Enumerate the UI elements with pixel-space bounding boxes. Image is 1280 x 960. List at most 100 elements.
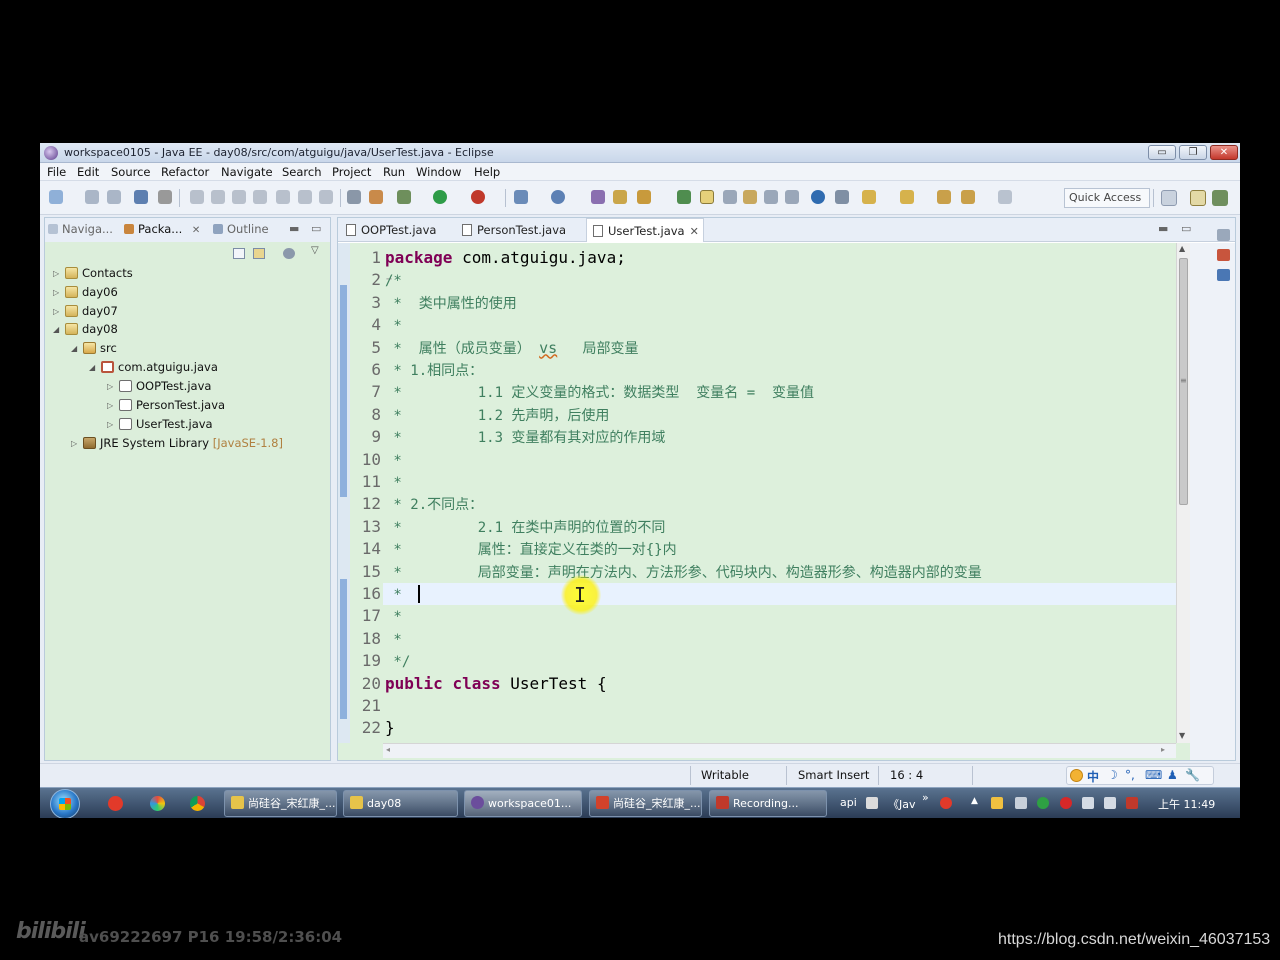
resume-icon[interactable] bbox=[190, 190, 204, 204]
menu-window[interactable]: Window bbox=[416, 165, 461, 179]
code-line[interactable]: * 属性：直接定义在类的一对{}内 bbox=[385, 538, 676, 560]
code-line[interactable]: } bbox=[385, 717, 395, 739]
code-line[interactable]: * 属性（成员变量） vs 局部变量 bbox=[385, 337, 638, 359]
ime-settings-icon[interactable]: 🔧 bbox=[1185, 768, 1200, 782]
horizontal-scrollbar[interactable]: ◂ ▸ bbox=[383, 743, 1176, 758]
ime-half-width-icon[interactable]: ☽ bbox=[1107, 768, 1118, 782]
ime-keyboard-icon[interactable]: ⌨ bbox=[1145, 768, 1162, 782]
menu-project[interactable]: Project bbox=[332, 165, 371, 179]
close-button[interactable]: ✕ bbox=[1210, 145, 1238, 160]
code-line[interactable]: * bbox=[385, 605, 401, 627]
sogou-icon[interactable] bbox=[940, 797, 952, 809]
editor-body[interactable]: 1 2−3 4 5 6 7 8 9 10 11 12 13 14 15 16 17 18 19 20−21 22 pa… bbox=[338, 243, 1235, 760]
code-line[interactable]: * 1.2 先声明，后使用 bbox=[385, 404, 609, 426]
line-number[interactable]: 15 bbox=[350, 561, 383, 583]
code-line[interactable]: * 1.3 变量都有其对应的作用域 bbox=[385, 426, 665, 448]
code-line[interactable]: * 1.相同点： bbox=[385, 359, 483, 381]
open-perspective-icon[interactable] bbox=[1161, 190, 1177, 206]
tree-item-package[interactable]: ◢ com.atguigu.java bbox=[89, 360, 218, 378]
menu-search[interactable]: Search bbox=[282, 165, 322, 179]
skip-breakpoints-icon[interactable] bbox=[158, 190, 172, 204]
network-icon[interactable] bbox=[1082, 797, 1094, 809]
menu-run[interactable]: Run bbox=[383, 165, 405, 179]
clipboard-icon[interactable] bbox=[1104, 797, 1116, 809]
save-all-icon[interactable] bbox=[107, 190, 121, 204]
insert-mode-status[interactable]: Smart Insert bbox=[798, 768, 869, 782]
collapse-arrow-icon[interactable]: ◢ bbox=[89, 363, 99, 372]
line-number[interactable]: 9 bbox=[350, 426, 383, 448]
suspend-icon[interactable] bbox=[211, 190, 225, 204]
scroll-down-icon[interactable]: ▼ bbox=[1179, 731, 1185, 740]
java-perspective-icon[interactable] bbox=[1212, 190, 1228, 206]
line-number[interactable]: 11 bbox=[350, 471, 383, 493]
use-step-filters-icon[interactable] bbox=[369, 190, 383, 204]
360-browser-icon[interactable] bbox=[150, 796, 165, 811]
run-icon[interactable] bbox=[433, 190, 447, 204]
line-number[interactable]: 10 bbox=[350, 449, 383, 471]
terminate-icon[interactable] bbox=[232, 190, 246, 204]
scroll-left-icon[interactable]: ◂ bbox=[386, 745, 390, 754]
quick-access-field[interactable]: Quick Access bbox=[1064, 188, 1150, 208]
ime-chinese-mode[interactable]: 中 bbox=[1087, 768, 1099, 785]
restore-icon[interactable] bbox=[1217, 229, 1230, 241]
link-editor-icon[interactable] bbox=[253, 248, 265, 259]
minimize-button[interactable]: ▭ bbox=[1148, 145, 1176, 160]
line-number[interactable]: 4 bbox=[350, 314, 383, 336]
tree-item-jre-library[interactable]: ▷ JRE System Library [JavaSE-1.8] bbox=[71, 436, 283, 454]
code-line[interactable]: package com.atguigu.java; bbox=[385, 247, 626, 269]
code-area[interactable]: package com.atguigu.java; /* * 类中属性的使用 * … bbox=[383, 243, 1176, 743]
block-selection-icon[interactable] bbox=[743, 190, 757, 204]
tree-item-day08[interactable]: ◢ day08 bbox=[53, 322, 118, 340]
line-number[interactable]: 3 bbox=[350, 292, 383, 314]
expand-arrow-icon[interactable]: ▷ bbox=[53, 307, 63, 316]
taskbar-item-folder-1[interactable]: 尚硅谷_宋红康_... bbox=[224, 790, 337, 817]
show-whitespace-icon[interactable] bbox=[723, 190, 737, 204]
scroll-up-icon[interactable]: ▲ bbox=[1179, 244, 1185, 253]
collapse-all-icon[interactable] bbox=[233, 248, 245, 259]
forward-icon[interactable] bbox=[998, 190, 1012, 204]
menu-source[interactable]: Source bbox=[111, 165, 151, 179]
line-number[interactable]: 21 bbox=[350, 695, 383, 717]
code-line[interactable]: * bbox=[385, 449, 401, 471]
expand-arrow-icon[interactable]: ▷ bbox=[107, 382, 117, 391]
line-number[interactable]: 13 bbox=[350, 516, 383, 538]
line-number[interactable]: 6 bbox=[350, 359, 383, 381]
external-tools-icon[interactable] bbox=[397, 190, 411, 204]
step-return-icon[interactable] bbox=[319, 190, 333, 204]
tray-app-icon[interactable] bbox=[991, 797, 1003, 809]
minimize-editor-icon[interactable]: ▬ bbox=[1158, 222, 1168, 235]
step-over-icon[interactable] bbox=[298, 190, 312, 204]
tab-usertest[interactable]: UserTest.java ✕ bbox=[586, 218, 704, 242]
save-icon[interactable] bbox=[85, 190, 99, 204]
line-number[interactable]: 2− bbox=[350, 269, 392, 291]
flag-icon[interactable] bbox=[1126, 797, 1138, 809]
toggle-mark-icon[interactable] bbox=[677, 190, 691, 204]
line-number[interactable]: 18 bbox=[350, 628, 383, 650]
servers-icon[interactable] bbox=[1217, 269, 1230, 281]
code-line[interactable]: */ bbox=[385, 650, 410, 672]
disconnect-icon[interactable] bbox=[253, 190, 267, 204]
tree-item-src[interactable]: ◢ src bbox=[71, 341, 117, 359]
tab-package-explorer[interactable]: Packa... ✕ bbox=[124, 222, 200, 236]
collapse-arrow-icon[interactable]: ◢ bbox=[53, 325, 63, 334]
line-number[interactable]: 20− bbox=[350, 673, 392, 695]
line-number[interactable]: 19 bbox=[350, 650, 383, 672]
line-number[interactable]: 7 bbox=[350, 381, 383, 403]
maximize-editor-icon[interactable]: ▭ bbox=[1181, 222, 1191, 235]
chrome-icon[interactable] bbox=[190, 796, 205, 811]
code-line[interactable]: * bbox=[385, 471, 401, 493]
new-server-icon[interactable] bbox=[514, 190, 528, 204]
next-annotation-icon[interactable] bbox=[862, 190, 876, 204]
code-line[interactable]: /* bbox=[385, 269, 402, 291]
tree-item-usertest[interactable]: ▷ UserTest.java bbox=[107, 417, 213, 435]
code-line[interactable]: * 局部变量：声明在方法内、方法形参、代码块内、构造器形参、构造器内部的变量 bbox=[385, 561, 981, 583]
drop-to-frame-icon[interactable] bbox=[347, 190, 361, 204]
taskbar-item-recording[interactable]: Recording... bbox=[709, 790, 827, 817]
ime-user-icon[interactable]: ♟ bbox=[1167, 768, 1178, 782]
code-line[interactable]: * bbox=[385, 628, 401, 650]
line-number[interactable]: 16 bbox=[350, 583, 383, 605]
volume-icon[interactable] bbox=[1015, 797, 1027, 809]
clock[interactable]: 上午 11:49 bbox=[1158, 796, 1215, 812]
java-ee-perspective-icon[interactable] bbox=[1190, 190, 1206, 206]
minimize-view-icon[interactable]: ▬ bbox=[289, 222, 299, 235]
